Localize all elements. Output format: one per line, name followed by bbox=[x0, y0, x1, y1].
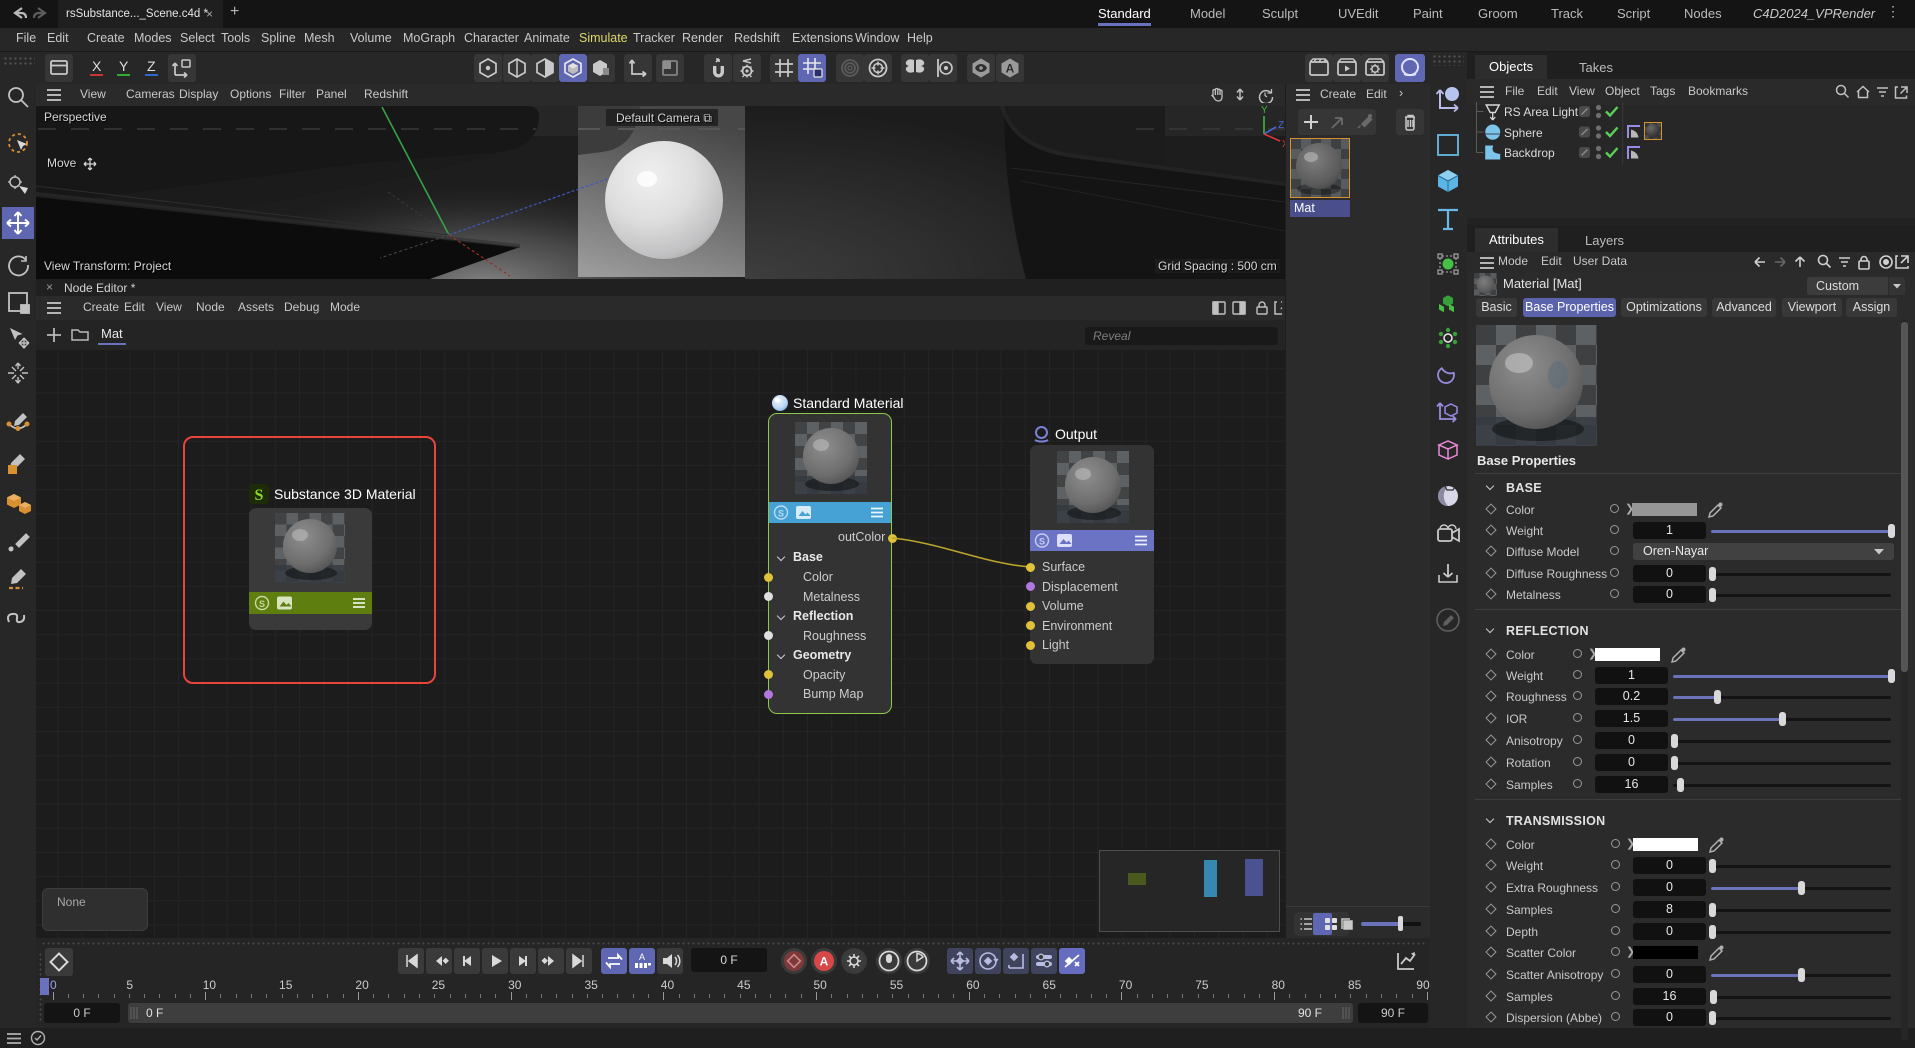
svg-text:S: S bbox=[778, 509, 784, 519]
svg-text:A: A bbox=[639, 952, 645, 962]
svg-text:A: A bbox=[820, 955, 829, 969]
svg-text:A: A bbox=[1006, 62, 1015, 76]
svg-text:Y: Y bbox=[1261, 106, 1268, 116]
svg-text:S: S bbox=[1039, 537, 1045, 547]
svg-text:S: S bbox=[259, 599, 265, 609]
svg-text:S: S bbox=[255, 487, 264, 504]
svg-text:Z: Z bbox=[1278, 120, 1284, 131]
